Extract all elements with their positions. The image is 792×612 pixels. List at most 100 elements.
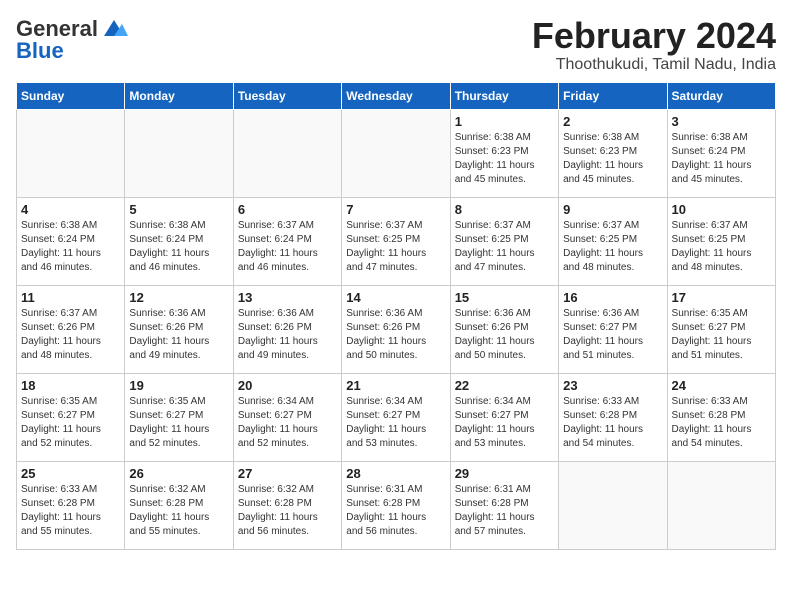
calendar-cell: 26 Sunrise: 6:32 AM Sunset: 6:28 PM Dayli… <box>125 461 233 549</box>
calendar-cell: 28 Sunrise: 6:31 AM Sunset: 6:28 PM Dayli… <box>342 461 450 549</box>
day-info: Sunrise: 6:34 AM Sunset: 6:27 PM Dayligh… <box>238 395 337 451</box>
calendar-cell: 18 Sunrise: 6:35 AM Sunset: 6:27 PM Dayli… <box>17 373 125 461</box>
day-number: 6 <box>238 202 337 217</box>
day-number: 25 <box>21 466 120 481</box>
day-info: Sunrise: 6:35 AM Sunset: 6:27 PM Dayligh… <box>672 307 771 363</box>
day-number: 14 <box>346 290 445 305</box>
calendar-cell: 2 Sunrise: 6:38 AM Sunset: 6:23 PM Daylig… <box>559 109 667 197</box>
calendar-cell <box>125 109 233 197</box>
day-number: 5 <box>129 202 228 217</box>
day-number: 26 <box>129 466 228 481</box>
calendar-table: SundayMondayTuesdayWednesdayThursdayFrid… <box>16 82 776 550</box>
day-info: Sunrise: 6:33 AM Sunset: 6:28 PM Dayligh… <box>563 395 662 451</box>
day-number: 7 <box>346 202 445 217</box>
calendar-cell: 8Sunrise: 6:37 AM Sunset: 6:25 PM Daylig… <box>450 197 558 285</box>
header-cell-sunday: Sunday <box>17 82 125 109</box>
calendar-cell: 21 Sunrise: 6:34 AM Sunset: 6:27 PM Dayli… <box>342 373 450 461</box>
week-row-1: 4 Sunrise: 6:38 AM Sunset: 6:24 PM Daylig… <box>17 197 776 285</box>
calendar-cell: 13Sunrise: 6:36 AM Sunset: 6:26 PM Dayli… <box>233 285 341 373</box>
day-info: Sunrise: 6:38 AM Sunset: 6:23 PM Dayligh… <box>455 131 554 187</box>
day-number: 29 <box>455 466 554 481</box>
week-row-2: 11 Sunrise: 6:37 AM Sunset: 6:26 PM Dayli… <box>17 285 776 373</box>
day-number: 28 <box>346 466 445 481</box>
day-number: 27 <box>238 466 337 481</box>
day-number: 12 <box>129 290 228 305</box>
day-info: Sunrise: 6:33 AM Sunset: 6:28 PM Dayligh… <box>21 483 120 539</box>
logo-icon <box>100 18 128 36</box>
day-info: Sunrise: 6:38 AM Sunset: 6:24 PM Dayligh… <box>21 219 120 275</box>
calendar-cell: 12Sunrise: 6:36 AM Sunset: 6:26 PM Dayli… <box>125 285 233 373</box>
week-row-0: 1 Sunrise: 6:38 AM Sunset: 6:23 PM Daylig… <box>17 109 776 197</box>
day-number: 22 <box>455 378 554 393</box>
day-info: Sunrise: 6:36 AM Sunset: 6:27 PM Dayligh… <box>563 307 662 363</box>
calendar-cell: 9Sunrise: 6:37 AM Sunset: 6:25 PM Daylig… <box>559 197 667 285</box>
calendar-subtitle: Thoothukudi, Tamil Nadu, India <box>532 56 776 74</box>
calendar-cell: 4 Sunrise: 6:38 AM Sunset: 6:24 PM Daylig… <box>17 197 125 285</box>
day-info: Sunrise: 6:31 AM Sunset: 6:28 PM Dayligh… <box>346 483 445 539</box>
header-cell-tuesday: Tuesday <box>233 82 341 109</box>
calendar-cell <box>233 109 341 197</box>
day-number: 11 <box>21 290 120 305</box>
calendar-cell: 14 Sunrise: 6:36 AM Sunset: 6:26 PM Dayli… <box>342 285 450 373</box>
calendar-cell: 15 Sunrise: 6:36 AM Sunset: 6:26 PM Dayli… <box>450 285 558 373</box>
day-info: Sunrise: 6:36 AM Sunset: 6:26 PM Dayligh… <box>455 307 554 363</box>
title-area: February 2024 Thoothukudi, Tamil Nadu, I… <box>532 16 776 74</box>
day-info: Sunrise: 6:34 AM Sunset: 6:27 PM Dayligh… <box>346 395 445 451</box>
logo-blue: Blue <box>16 38 64 64</box>
calendar-cell: 27 Sunrise: 6:32 AM Sunset: 6:28 PM Dayli… <box>233 461 341 549</box>
calendar-cell: 16Sunrise: 6:36 AM Sunset: 6:27 PM Dayli… <box>559 285 667 373</box>
calendar-cell <box>667 461 775 549</box>
day-number: 13 <box>238 290 337 305</box>
day-info: Sunrise: 6:37 AM Sunset: 6:25 PM Dayligh… <box>563 219 662 275</box>
day-info: Sunrise: 6:32 AM Sunset: 6:28 PM Dayligh… <box>129 483 228 539</box>
day-info: Sunrise: 6:38 AM Sunset: 6:24 PM Dayligh… <box>129 219 228 275</box>
header-cell-friday: Friday <box>559 82 667 109</box>
day-number: 1 <box>455 114 554 129</box>
day-info: Sunrise: 6:37 AM Sunset: 6:25 PM Dayligh… <box>346 219 445 275</box>
day-info: Sunrise: 6:37 AM Sunset: 6:24 PM Dayligh… <box>238 219 337 275</box>
day-info: Sunrise: 6:38 AM Sunset: 6:23 PM Dayligh… <box>563 131 662 187</box>
day-info: Sunrise: 6:37 AM Sunset: 6:26 PM Dayligh… <box>21 307 120 363</box>
calendar-title: February 2024 <box>532 16 776 56</box>
day-number: 19 <box>129 378 228 393</box>
day-info: Sunrise: 6:35 AM Sunset: 6:27 PM Dayligh… <box>129 395 228 451</box>
calendar-cell: 19 Sunrise: 6:35 AM Sunset: 6:27 PM Dayli… <box>125 373 233 461</box>
day-number: 4 <box>21 202 120 217</box>
day-info: Sunrise: 6:36 AM Sunset: 6:26 PM Dayligh… <box>346 307 445 363</box>
calendar-cell: 7 Sunrise: 6:37 AM Sunset: 6:25 PM Daylig… <box>342 197 450 285</box>
calendar-cell: 10 Sunrise: 6:37 AM Sunset: 6:25 PM Dayli… <box>667 197 775 285</box>
calendar-cell <box>342 109 450 197</box>
week-row-4: 25 Sunrise: 6:33 AM Sunset: 6:28 PM Dayli… <box>17 461 776 549</box>
calendar-cell: 25 Sunrise: 6:33 AM Sunset: 6:28 PM Dayli… <box>17 461 125 549</box>
day-number: 10 <box>672 202 771 217</box>
day-info: Sunrise: 6:33 AM Sunset: 6:28 PM Dayligh… <box>672 395 771 451</box>
header-row: SundayMondayTuesdayWednesdayThursdayFrid… <box>17 82 776 109</box>
page-header: General Blue February 2024 Thoothukudi, … <box>16 16 776 74</box>
logo: General Blue <box>16 16 128 64</box>
day-number: 23 <box>563 378 662 393</box>
calendar-cell: 17 Sunrise: 6:35 AM Sunset: 6:27 PM Dayli… <box>667 285 775 373</box>
day-number: 18 <box>21 378 120 393</box>
calendar-cell: 6 Sunrise: 6:37 AM Sunset: 6:24 PM Daylig… <box>233 197 341 285</box>
day-number: 17 <box>672 290 771 305</box>
calendar-cell: 29 Sunrise: 6:31 AM Sunset: 6:28 PM Dayli… <box>450 461 558 549</box>
calendar-header: SundayMondayTuesdayWednesdayThursdayFrid… <box>17 82 776 109</box>
day-number: 21 <box>346 378 445 393</box>
calendar-body: 1 Sunrise: 6:38 AM Sunset: 6:23 PM Daylig… <box>17 109 776 549</box>
day-info: Sunrise: 6:32 AM Sunset: 6:28 PM Dayligh… <box>238 483 337 539</box>
calendar-cell: 11 Sunrise: 6:37 AM Sunset: 6:26 PM Dayli… <box>17 285 125 373</box>
header-cell-thursday: Thursday <box>450 82 558 109</box>
day-info: Sunrise: 6:34 AM Sunset: 6:27 PM Dayligh… <box>455 395 554 451</box>
calendar-cell: 22 Sunrise: 6:34 AM Sunset: 6:27 PM Dayli… <box>450 373 558 461</box>
day-number: 2 <box>563 114 662 129</box>
day-info: Sunrise: 6:38 AM Sunset: 6:24 PM Dayligh… <box>672 131 771 187</box>
day-info: Sunrise: 6:35 AM Sunset: 6:27 PM Dayligh… <box>21 395 120 451</box>
calendar-cell <box>17 109 125 197</box>
day-number: 15 <box>455 290 554 305</box>
day-info: Sunrise: 6:37 AM Sunset: 6:25 PM Dayligh… <box>672 219 771 275</box>
header-cell-wednesday: Wednesday <box>342 82 450 109</box>
calendar-cell <box>559 461 667 549</box>
calendar-cell: 5 Sunrise: 6:38 AM Sunset: 6:24 PM Daylig… <box>125 197 233 285</box>
day-number: 3 <box>672 114 771 129</box>
day-info: Sunrise: 6:31 AM Sunset: 6:28 PM Dayligh… <box>455 483 554 539</box>
